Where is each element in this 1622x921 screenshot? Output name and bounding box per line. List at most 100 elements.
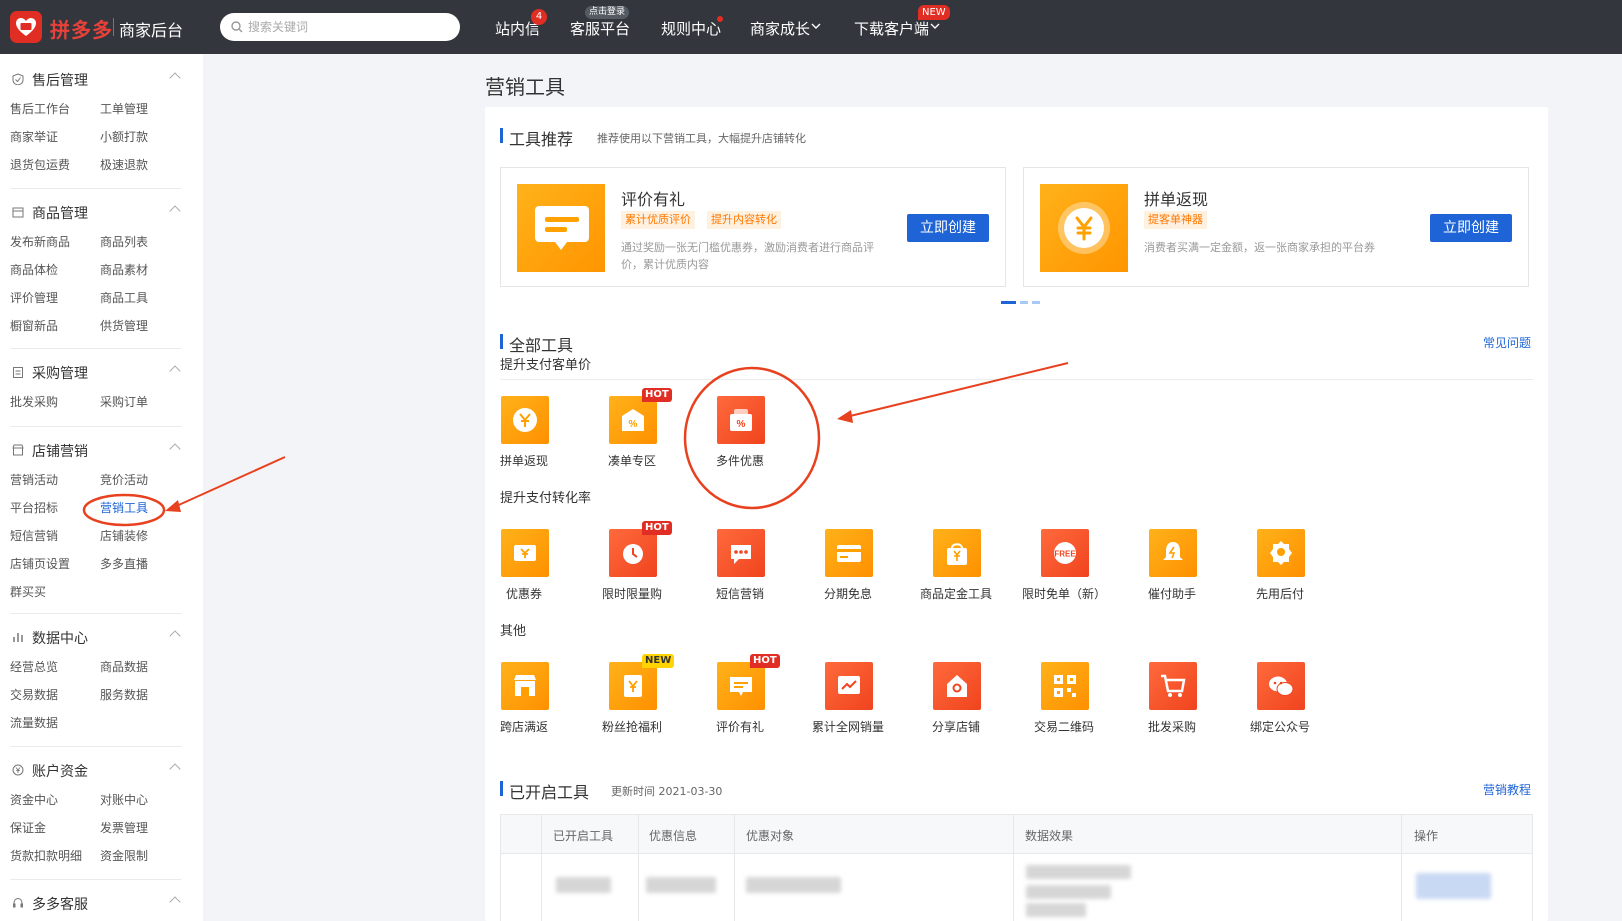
sidebar-link[interactable]: 供货管理 — [100, 317, 148, 334]
sidebar-divider — [10, 879, 181, 880]
sidebar-link[interactable]: 商品体检 — [10, 261, 58, 278]
sidebar-link[interactable]: 店铺页设置 — [10, 555, 70, 572]
sidebar-link[interactable]: 商品工具 — [100, 289, 148, 306]
carousel-dot[interactable] — [1020, 301, 1028, 304]
create-group-cashback-button[interactable]: 立即创建 — [1430, 214, 1512, 242]
logo-subtitle[interactable]: 商家后台 — [119, 17, 183, 41]
tool-qr-code[interactable]: 交易二维码 — [1014, 662, 1114, 738]
tool-bell[interactable]: 催付助手 — [1122, 529, 1222, 605]
sidebar-link[interactable]: 群买买 — [10, 583, 46, 600]
pinduoduo-logo-icon[interactable] — [10, 11, 42, 43]
tool-envelope-yen[interactable]: NEW 粉丝抢福利 — [582, 654, 682, 738]
carousel-dot-active[interactable] — [1001, 301, 1016, 304]
create-review-gift-button[interactable]: 立即创建 — [907, 214, 989, 242]
chevron-down-icon[interactable] — [930, 22, 940, 30]
chevron-up-icon[interactable] — [169, 205, 181, 217]
sidebar-link[interactable]: 评价管理 — [10, 289, 58, 306]
sidebar-link[interactable]: 交易数据 — [10, 686, 58, 703]
recommend-card-review-gift[interactable]: 评价有礼 累计优质评价 提升内容转化 通过奖励一张无门槛优惠券，激励消费者进行商… — [500, 167, 1006, 287]
sidebar-link[interactable]: 退货包运费 — [10, 156, 70, 173]
sidebar-link[interactable]: 营销工具 — [100, 499, 148, 516]
sidebar-link[interactable]: 商家举证 — [10, 128, 58, 145]
sidebar-link[interactable]: 营销活动 — [10, 471, 58, 488]
marketing-tutorial-link[interactable]: 营销教程 — [1483, 781, 1531, 798]
sidebar-link[interactable]: 经营总览 — [10, 658, 58, 675]
sidebar-section-title[interactable]: 账户资金 — [32, 761, 88, 781]
sidebar-link[interactable]: 服务数据 — [100, 686, 148, 703]
nav-merchant-growth[interactable]: 商家成长 — [750, 18, 810, 39]
sidebar-section-title[interactable]: 店铺营销 — [32, 441, 88, 461]
sidebar-link[interactable]: 店铺装修 — [100, 527, 148, 544]
tool-credit-card[interactable]: 分期免息 — [798, 529, 898, 605]
sidebar-link[interactable]: 橱窗新品 — [10, 317, 58, 334]
sidebar-link[interactable]: 保证金 — [10, 819, 46, 836]
sidebar-link[interactable]: 批发采购 — [10, 393, 58, 410]
chevron-up-icon[interactable] — [169, 72, 181, 84]
bar-chart-icon — [13, 633, 23, 642]
chevron-up-icon[interactable] — [169, 365, 181, 377]
sidebar-link[interactable]: 对账中心 — [100, 791, 148, 808]
sidebar-link[interactable]: 短信营销 — [10, 527, 58, 544]
sidebar-link[interactable]: 小额打款 — [100, 128, 148, 145]
chevron-up-icon[interactable] — [169, 896, 181, 908]
sidebar-link[interactable]: 多多直播 — [100, 555, 148, 572]
tool-label: 跨店满返 — [499, 720, 548, 734]
recommend-card-desc: 通过奖励一张无门槛优惠券，激励消费者进行商品评价，累计优质内容 — [621, 241, 874, 271]
sidebar-section-title[interactable]: 商品管理 — [32, 203, 88, 223]
tool-gift-percent[interactable]: % 多件优惠 — [690, 396, 790, 472]
column-header: 优惠信息 — [649, 829, 698, 843]
tool-comment[interactable]: HOT 评价有礼 — [690, 654, 790, 738]
sidebar-section-title[interactable]: 多多客服 — [32, 894, 88, 914]
tool-wechat[interactable]: 绑定公众号 — [1230, 662, 1330, 738]
nav-customer-service[interactable]: 客服平台 — [570, 18, 630, 39]
table-header: 已开启工具 优惠信息 优惠对象 数据效果 操作 — [501, 815, 1532, 854]
comment-card-icon — [517, 184, 605, 272]
sidebar-link[interactable]: 商品列表 — [100, 233, 148, 250]
sidebar-link[interactable]: 工单管理 — [100, 100, 148, 117]
nav-rules-center[interactable]: 规则中心 — [661, 18, 721, 39]
tool-share-shop[interactable]: 分享店铺 — [906, 662, 1006, 738]
sidebar-section-title[interactable]: 售后管理 — [32, 70, 88, 90]
sidebar-link[interactable]: 极速退款 — [100, 156, 148, 173]
tool-shopping-bag[interactable]: 商品定金工具 — [906, 529, 1006, 605]
blurred-cell — [556, 877, 611, 893]
chevron-down-icon[interactable] — [811, 22, 821, 30]
chevron-up-icon[interactable] — [169, 630, 181, 642]
tool-chat-bubble[interactable]: 短信营销 — [690, 529, 790, 605]
faq-link[interactable]: 常见问题 — [1483, 334, 1531, 351]
tool-badge[interactable]: 先用后付 — [1230, 529, 1330, 605]
sidebar-section-title[interactable]: 采购管理 — [32, 363, 88, 383]
tool-cart[interactable]: 批发采购 — [1122, 662, 1222, 738]
sidebar-link[interactable]: 发布新商品 — [10, 233, 70, 250]
sidebar-link[interactable]: 流量数据 — [10, 714, 58, 731]
tool-free-tag[interactable]: FREE 限时免单（新） — [1014, 529, 1114, 605]
sidebar-link[interactable]: 售后工作台 — [10, 100, 70, 117]
tool-alarm-clock[interactable]: HOT 限时限量购 — [582, 521, 682, 605]
sidebar-link[interactable]: 商品数据 — [100, 658, 148, 675]
chevron-up-icon[interactable] — [169, 443, 181, 455]
tool-yen-coin[interactable]: 拼单返现 — [474, 396, 574, 472]
search-icon — [231, 21, 243, 33]
sidebar-link[interactable]: 货款扣款明细 — [10, 847, 82, 864]
tool-trend-chart[interactable]: 累计全网销量 — [798, 662, 898, 738]
sidebar-link[interactable]: 资金中心 — [10, 791, 58, 808]
recommend-card-group-cashback[interactable]: 拼单返现 提客单神器 消费者买满一定金额，返一张商家承担的平台券 立即创建 — [1023, 167, 1529, 287]
tool-percent-box[interactable]: % HOT 凑单专区 — [582, 388, 682, 472]
nav-download-client[interactable]: 下载客户端 — [854, 18, 929, 39]
logo-text[interactable]: 拼多多 — [50, 14, 113, 43]
recommend-tag: 累计优质评价 — [621, 211, 695, 229]
sidebar-link[interactable]: 发票管理 — [100, 819, 148, 836]
tool-coupon[interactable]: 优惠券 — [474, 529, 574, 605]
carousel-dot[interactable] — [1032, 301, 1040, 304]
search-box[interactable] — [220, 13, 460, 41]
sidebar-link[interactable]: 竞价活动 — [100, 471, 148, 488]
sidebar-link[interactable]: 采购订单 — [100, 393, 148, 410]
sidebar-link[interactable]: 资金限制 — [100, 847, 148, 864]
sidebar-section-title[interactable]: 数据中心 — [32, 628, 88, 648]
sidebar-link[interactable]: 商品素材 — [100, 261, 148, 278]
sidebar-link[interactable]: 平台招标 — [10, 499, 58, 516]
chevron-up-icon[interactable] — [169, 763, 181, 775]
search-input[interactable] — [248, 17, 448, 37]
blurred-action-link[interactable] — [1416, 873, 1491, 899]
tool-store[interactable]: 跨店满返 — [474, 662, 574, 738]
